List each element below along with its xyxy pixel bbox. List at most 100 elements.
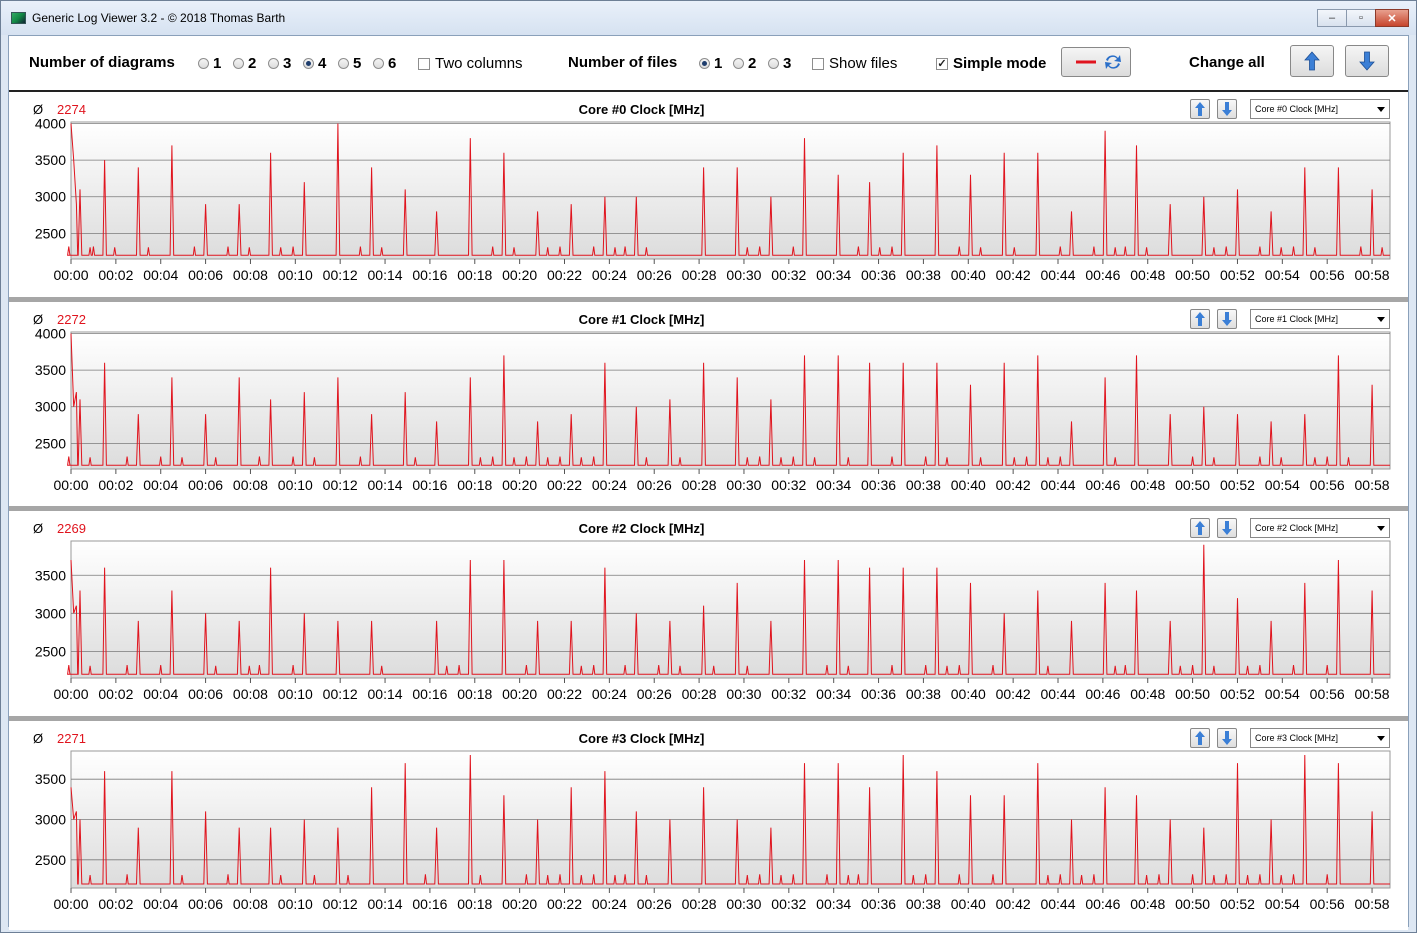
files-radio-dot[interactable] bbox=[768, 58, 779, 69]
x-tick-label: 00:06 bbox=[188, 267, 223, 283]
x-tick-label: 00:42 bbox=[996, 477, 1031, 493]
x-tick-label: 00:14 bbox=[368, 686, 403, 702]
x-tick-label: 00:24 bbox=[592, 896, 627, 912]
panel-splitter[interactable] bbox=[9, 716, 1408, 721]
diagrams-radio-dot[interactable] bbox=[303, 58, 314, 69]
average-value: 2274 bbox=[57, 102, 86, 117]
arrow-up-icon bbox=[1195, 731, 1205, 745]
sensor-select[interactable]: Core #1 Clock [MHz] bbox=[1250, 309, 1390, 329]
x-tick-label: 00:44 bbox=[1040, 896, 1075, 912]
maximize-button[interactable]: ▫ bbox=[1346, 9, 1376, 27]
diagrams-radio-5[interactable]: 5 bbox=[338, 55, 361, 72]
diagrams-label: Number of diagrams bbox=[29, 54, 175, 71]
files-radio-1[interactable]: 1 bbox=[699, 55, 722, 72]
move-down-button[interactable] bbox=[1217, 99, 1237, 119]
move-up-button[interactable] bbox=[1190, 728, 1210, 748]
move-down-button[interactable] bbox=[1217, 518, 1237, 538]
minimize-button[interactable]: – bbox=[1317, 9, 1347, 27]
two-columns-checkbox[interactable]: Two columns bbox=[418, 55, 523, 72]
show-files-checkbox[interactable]: Show files bbox=[812, 55, 897, 72]
move-down-button[interactable] bbox=[1217, 309, 1237, 329]
x-tick-label: 00:16 bbox=[412, 686, 447, 702]
sensor-select[interactable]: Core #2 Clock [MHz] bbox=[1250, 518, 1390, 538]
diagram-panel: 2500 3000 3500 00:00 00:02 00:04 00:06 00:08 00:… bbox=[9, 512, 1408, 720]
diagrams-radio-dot[interactable] bbox=[198, 58, 209, 69]
x-tick-label: 00:18 bbox=[457, 896, 492, 912]
diagrams-radio-dot[interactable] bbox=[338, 58, 349, 69]
y-tick-label: 2500 bbox=[35, 435, 66, 451]
x-tick-label: 00:36 bbox=[861, 477, 896, 493]
x-tick-label: 00:18 bbox=[457, 267, 492, 283]
x-tick-label: 00:06 bbox=[188, 896, 223, 912]
arrow-down-icon bbox=[1359, 51, 1375, 71]
x-tick-label: 00:46 bbox=[1085, 896, 1120, 912]
x-tick-label: 00:46 bbox=[1085, 267, 1120, 283]
show-files-check-box[interactable] bbox=[812, 57, 824, 70]
x-tick-label: 00:22 bbox=[547, 267, 582, 283]
move-up-button[interactable] bbox=[1190, 309, 1210, 329]
files-radio-dot[interactable] bbox=[699, 58, 710, 69]
x-tick-label: 00:12 bbox=[323, 477, 358, 493]
diagrams-radio-3[interactable]: 3 bbox=[268, 55, 291, 72]
x-tick-label: 00:54 bbox=[1265, 267, 1300, 283]
x-tick-label: 00:02 bbox=[98, 267, 133, 283]
sensor-select[interactable]: Core #0 Clock [MHz] bbox=[1250, 99, 1390, 119]
x-tick-label: 00:48 bbox=[1130, 896, 1165, 912]
y-tick-label: 4000 bbox=[35, 115, 66, 131]
files-radio-3[interactable]: 3 bbox=[768, 55, 791, 72]
diagrams-radio-label: 2 bbox=[248, 55, 257, 72]
x-tick-label: 00:08 bbox=[233, 477, 268, 493]
x-tick-label: 00:50 bbox=[1175, 896, 1210, 912]
title-bar[interactable]: Generic Log Viewer 3.2 - © 2018 Thomas B… bbox=[1, 1, 1416, 35]
x-tick-label: 00:26 bbox=[637, 267, 672, 283]
move-all-up-button[interactable] bbox=[1290, 45, 1334, 77]
move-up-button[interactable] bbox=[1190, 99, 1210, 119]
diagrams-radio-dot[interactable] bbox=[233, 58, 244, 69]
arrow-down-icon bbox=[1222, 312, 1232, 326]
client-area: Number of diagrams 1 2 3 4 5 6 Two columns Nu… bbox=[8, 35, 1409, 930]
x-tick-label: 00:32 bbox=[771, 686, 806, 702]
x-tick-label: 00:58 bbox=[1355, 686, 1390, 702]
x-tick-label: 00:20 bbox=[502, 686, 537, 702]
line-color-refresh-button[interactable] bbox=[1061, 47, 1131, 77]
x-tick-label: 00:00 bbox=[53, 896, 88, 912]
close-button[interactable]: ✕ bbox=[1375, 9, 1409, 27]
x-tick-label: 00:32 bbox=[771, 896, 806, 912]
panel-splitter[interactable] bbox=[9, 506, 1408, 511]
x-tick-label: 00:22 bbox=[547, 896, 582, 912]
x-tick-label: 00:14 bbox=[368, 477, 403, 493]
x-tick-label: 00:42 bbox=[996, 267, 1031, 283]
sensor-select[interactable]: Core #3 Clock [MHz] bbox=[1250, 728, 1390, 748]
window-controls: – ▫ ✕ bbox=[1317, 9, 1409, 27]
simple-mode-check-box[interactable]: ✓ bbox=[936, 57, 948, 70]
y-tick-label: 4000 bbox=[35, 325, 66, 341]
diagrams-radio-4[interactable]: 4 bbox=[303, 55, 326, 72]
diagrams-radio-2[interactable]: 2 bbox=[233, 55, 256, 72]
line-refresh-icon bbox=[1076, 55, 1121, 69]
x-tick-label: 00:04 bbox=[143, 686, 178, 702]
x-tick-label: 00:18 bbox=[457, 477, 492, 493]
files-radio-dot[interactable] bbox=[733, 58, 744, 69]
x-tick-label: 00:30 bbox=[726, 267, 761, 283]
move-all-down-button[interactable] bbox=[1345, 45, 1389, 77]
diagrams-radio-dot[interactable] bbox=[268, 58, 279, 69]
y-tick-label: 3000 bbox=[35, 605, 66, 621]
panel-splitter[interactable] bbox=[9, 297, 1408, 302]
x-tick-label: 00:48 bbox=[1130, 267, 1165, 283]
y-tick-label: 3500 bbox=[35, 567, 66, 583]
x-tick-label: 00:00 bbox=[53, 267, 88, 283]
arrow-down-icon bbox=[1222, 521, 1232, 535]
simple-mode-checkbox[interactable]: ✓ Simple mode bbox=[936, 55, 1046, 72]
diagrams-radio-dot[interactable] bbox=[373, 58, 384, 69]
diagrams-radio-label: 6 bbox=[388, 55, 397, 72]
files-radio-2[interactable]: 2 bbox=[733, 55, 756, 72]
move-down-button[interactable] bbox=[1217, 728, 1237, 748]
x-tick-label: 00:24 bbox=[592, 686, 627, 702]
diagrams-radio-1[interactable]: 1 bbox=[198, 55, 221, 72]
x-tick-label: 00:02 bbox=[98, 477, 133, 493]
diagrams-radio-6[interactable]: 6 bbox=[373, 55, 396, 72]
x-tick-label: 00:26 bbox=[637, 896, 672, 912]
chart-svg: 2500 3000 3500 4000 00:00 00:02 00:04 00:06 00:0… bbox=[35, 115, 1391, 283]
move-up-button[interactable] bbox=[1190, 518, 1210, 538]
two-columns-check-box[interactable] bbox=[418, 57, 430, 70]
